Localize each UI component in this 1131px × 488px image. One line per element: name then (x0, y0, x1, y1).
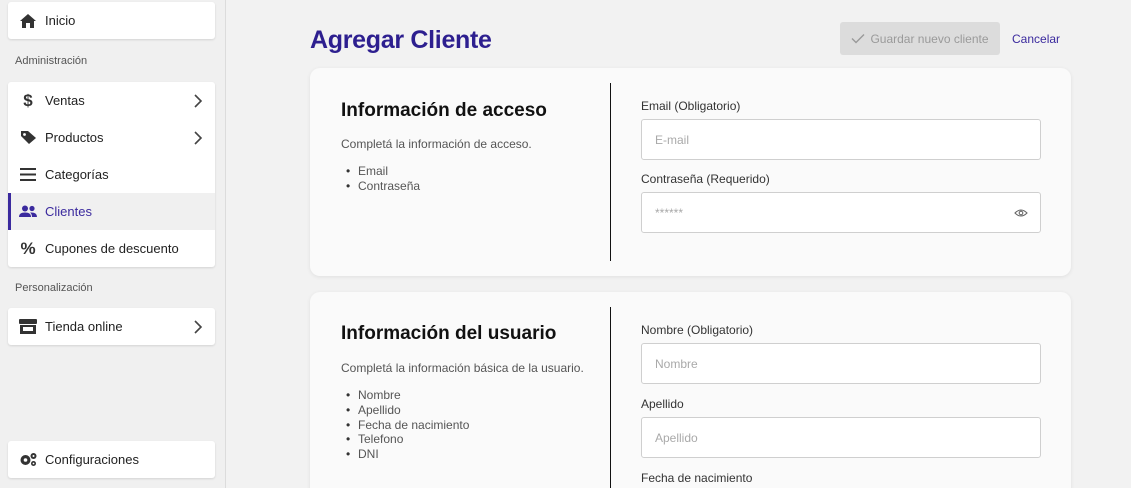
nombre-field-placeholder: Nombre (655, 356, 698, 371)
nombre-field-label: Nombre (Obligatorio) (641, 323, 754, 337)
dollar-icon: $ (23, 90, 33, 110)
sidebar-item-label: Clientes (45, 204, 92, 219)
panel-bullet-list: Nombre Apellido Fecha de nacimiento Tele… (346, 388, 469, 462)
save-button[interactable]: Guardar nuevo cliente (840, 22, 1000, 55)
sidebar-item-label: Categorías (45, 167, 109, 182)
panel-bullet-list: Email Contraseña (346, 164, 420, 194)
panel-divider (610, 307, 611, 488)
check-icon (851, 34, 865, 44)
fecha-nacimiento-field-label: Fecha de nacimiento (641, 471, 753, 485)
panel-title: Información del usuario (341, 323, 557, 344)
email-field-label: Email (Obligatorio) (641, 99, 741, 113)
sidebar-item-label: Productos (45, 130, 104, 145)
home-icon (18, 12, 38, 30)
apellido-field-label: Apellido (641, 397, 684, 411)
users-icon (18, 203, 38, 221)
list-item: Apellido (346, 403, 469, 418)
email-field[interactable]: E-mail (641, 119, 1041, 160)
sidebar-item-ventas[interactable]: $ Ventas (8, 82, 215, 119)
chevron-right-icon (194, 130, 203, 145)
store-icon (18, 318, 38, 336)
email-field-placeholder: E-mail (655, 132, 690, 147)
page-title: Agregar Cliente (310, 26, 492, 54)
percent-icon: % (20, 238, 36, 258)
sidebar-item-label: Tienda online (45, 319, 123, 334)
list-icon (18, 166, 38, 184)
eye-icon[interactable] (1014, 208, 1028, 218)
access-info-panel: Información de acceso Completá la inform… (310, 68, 1071, 276)
password-field-label: Contraseña (Requerido) (641, 172, 770, 186)
sidebar-item-label: Configuraciones (45, 452, 139, 467)
sidebar-personal-group: Tienda online (8, 308, 215, 345)
sidebar-bottom-group: Configuraciones (8, 441, 215, 478)
section-title-administracion: Administración (15, 55, 88, 67)
sidebar: Inicio Administración $ Ventas Productos… (0, 0, 226, 488)
sidebar-item-productos[interactable]: Productos (8, 119, 215, 156)
chevron-right-icon (194, 319, 203, 334)
panel-description: Completá la información de acceso. (341, 137, 532, 151)
list-item: Telefono (346, 432, 469, 447)
apellido-field[interactable]: Apellido (641, 417, 1041, 458)
sidebar-admin-group: $ Ventas Productos Categorías Clientes % (8, 82, 215, 267)
apellido-field-placeholder: Apellido (655, 430, 698, 445)
sidebar-top-group: Inicio (8, 2, 215, 39)
list-item: Fecha de nacimiento (346, 418, 469, 433)
sidebar-item-clientes[interactable]: Clientes (8, 193, 215, 230)
nombre-field[interactable]: Nombre (641, 343, 1041, 384)
panel-title: Información de acceso (341, 100, 547, 121)
chevron-right-icon (194, 93, 203, 108)
panel-divider (610, 83, 611, 261)
list-item: Nombre (346, 388, 469, 403)
sidebar-item-inicio[interactable]: Inicio (8, 2, 215, 39)
user-info-panel: Información del usuario Completá la info… (310, 292, 1071, 488)
sidebar-item-categorias[interactable]: Categorías (8, 156, 215, 193)
cancel-link[interactable]: Cancelar (1012, 32, 1060, 46)
sidebar-item-label: Ventas (45, 93, 85, 108)
password-field-placeholder: ****** (655, 205, 684, 220)
list-item: Email (346, 164, 420, 179)
sidebar-item-configuraciones[interactable]: Configuraciones (8, 441, 215, 478)
sidebar-item-tienda-online[interactable]: Tienda online (8, 308, 215, 345)
panel-description: Completá la información básica de la usu… (341, 361, 584, 375)
sidebar-item-cupones[interactable]: % Cupones de descuento (8, 230, 215, 267)
tag-icon (18, 129, 38, 147)
password-field[interactable]: ****** (641, 192, 1041, 233)
sidebar-item-label: Inicio (45, 13, 76, 28)
save-button-label: Guardar nuevo cliente (870, 31, 989, 46)
list-item: Contraseña (346, 179, 420, 194)
sidebar-item-label: Cupones de descuento (45, 241, 179, 256)
gears-icon (18, 451, 38, 469)
section-title-personalizacion: Personalización (15, 282, 93, 294)
list-item: DNI (346, 447, 469, 462)
